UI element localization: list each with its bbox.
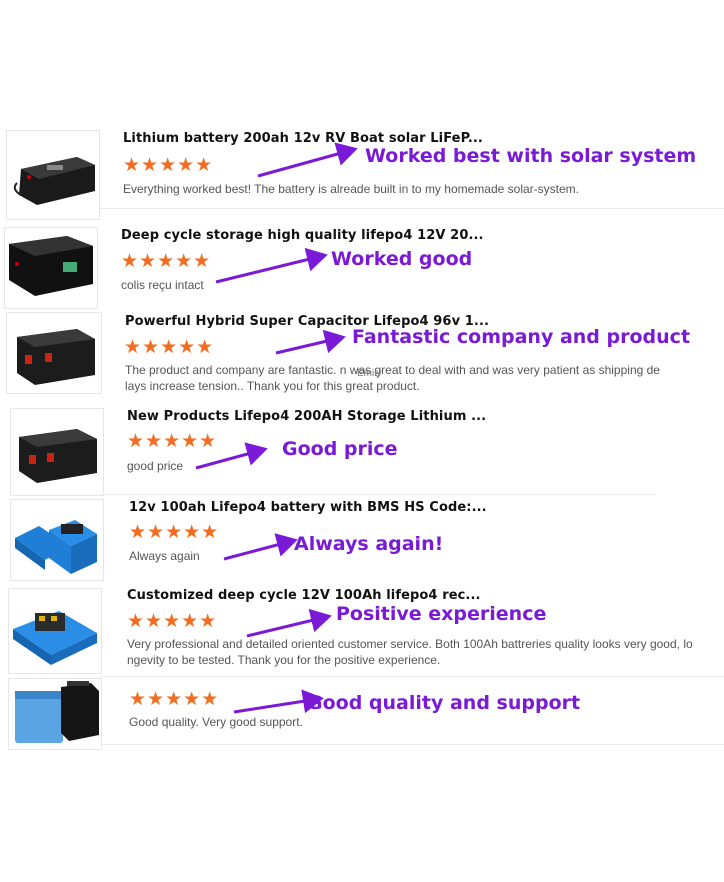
black-battery-box-icon [19, 429, 97, 483]
product-thumbnail[interactable] [6, 312, 102, 394]
annotation-label: Fantastic company and product [352, 326, 691, 348]
product-title[interactable]: 12v 100ah Lifepo4 battery with BMS HS Co… [129, 500, 487, 515]
product-thumbnail[interactable] [8, 588, 102, 674]
arrow-icon [215, 247, 328, 284]
star-rating: ★★★★★ [129, 522, 220, 543]
review-text: good price [127, 459, 184, 473]
star-rating: ★★★★★ [124, 337, 215, 358]
divider [100, 208, 724, 209]
annotation-label: Always again! [294, 533, 444, 555]
star-rating: ★★★★★ [127, 611, 218, 632]
arrow-icon [195, 442, 268, 470]
product-thumbnail[interactable] [10, 499, 104, 581]
star-rating: ★★★★★ [121, 251, 212, 272]
arrow-icon [275, 329, 346, 355]
annotation-label: Positive experience [336, 603, 547, 625]
review-text: Very professional and detailed oriented … [127, 637, 693, 651]
review-text: The product and company are fantastic. n… [125, 363, 660, 377]
product-title[interactable]: New Products Lifepo4 200AH Storage Lithi… [127, 409, 486, 424]
product-thumbnail[interactable] [6, 130, 100, 220]
blue-battery-box-icon [15, 681, 99, 743]
star-rating: ★★★★★ [129, 689, 220, 710]
annotation-label: Good quality and support [307, 692, 581, 714]
blue-battery-box-icon [15, 520, 97, 574]
review-text: colis reçu intact [121, 278, 204, 292]
black-battery-box-icon [13, 157, 95, 205]
star-rating: ★★★★★ [127, 431, 218, 452]
divider [100, 676, 724, 677]
black-battery-box-icon [17, 329, 95, 385]
product-title[interactable]: Deep cycle storage high quality lifepo4 … [121, 228, 484, 243]
arrow-icon [246, 608, 332, 638]
product-title[interactable]: Customized deep cycle 12V 100Ah lifepo4 … [127, 588, 481, 603]
annotation-label: Good price [282, 438, 398, 460]
reviewer-name: Emily [357, 368, 382, 379]
star-rating: ★★★★★ [123, 155, 214, 176]
divider [100, 744, 724, 745]
review-text: Good quality. Very good support. [129, 715, 303, 729]
product-thumbnail[interactable] [8, 678, 102, 750]
black-battery-box-icon [9, 236, 93, 296]
divider [100, 494, 655, 495]
review-text-continued: lays increase tension.. Thank you for th… [125, 379, 420, 393]
product-title[interactable]: Lithium battery 200ah 12v RV Boat solar … [123, 131, 483, 146]
annotation-label: Worked good [331, 248, 473, 270]
annotation-label: Worked best with solar system [365, 145, 697, 167]
review-text-continued: ngevity to be tested. Thank you for the … [127, 653, 441, 667]
product-thumbnail[interactable] [10, 408, 104, 496]
review-text: Always again [129, 549, 200, 563]
blue-battery-box-icon [13, 611, 97, 665]
arrow-icon [257, 142, 358, 178]
product-thumbnail[interactable] [4, 227, 98, 309]
arrow-icon [233, 689, 324, 714]
review-text: Everything worked best! The battery is a… [123, 182, 579, 196]
arrow-icon [223, 533, 298, 561]
